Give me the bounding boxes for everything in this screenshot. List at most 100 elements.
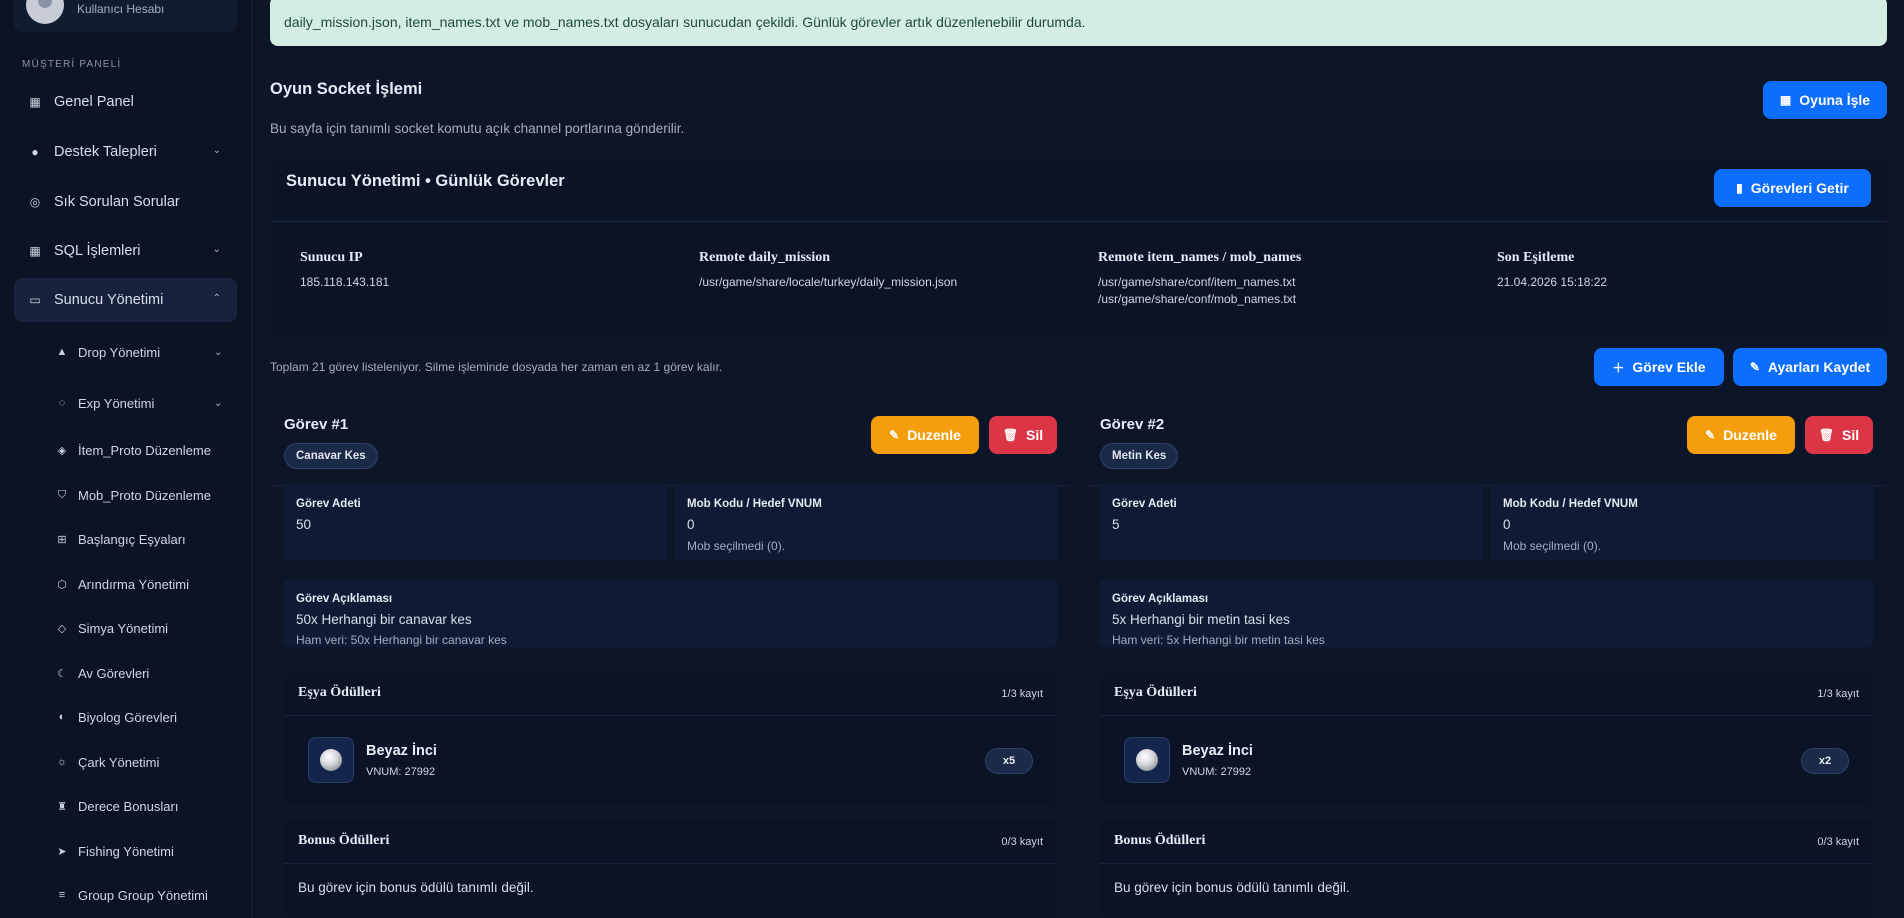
sidebar-item-sss[interactable]: ◎ Sık Sorulan Sorular [14,180,237,224]
metric-value: 0 [1503,517,1511,532]
item-rewards-count: 1/3 kayıt [1817,688,1859,700]
avatar [26,0,64,24]
sidebar-subitem-label: Simya Yönetimi [78,620,169,636]
reward-name: Beyaz İnci [1182,743,1253,759]
add-mission-button[interactable]: ＋ Görev Ekle [1594,348,1724,386]
sidebar-subitem-label: Fishing Yönetimi [78,843,174,859]
info-value: 21.04.2026 15:18:22 [1497,275,1608,289]
sidebar-subitem-label: Group Group Yönetimi [78,887,208,903]
metric-value: 0 [687,517,695,532]
total-missions-text: Toplam 21 görev listeleniyor. Silme işle… [270,360,723,374]
success-alert: daily_mission.json, item_names.txt ve mo… [270,0,1887,46]
delete-mission-button[interactable]: 🗑 Sil [989,416,1057,454]
user-card[interactable]: Kullanıcı Hesabı [14,0,237,32]
reward-vnum: VNUM: 27992 [1182,766,1252,778]
user-subtitle: Kullanıcı Hesabı [77,2,165,16]
delete-mission-button[interactable]: 🗑 Sil [1805,416,1873,454]
edit-mission-button[interactable]: ✎ Duzenle [871,416,979,454]
metric-value: 5 [1112,517,1120,532]
button-label: Duzenle [1723,427,1777,443]
sidebar-subitem-exp[interactable]: ◌ Exp Yönetimi ⌄ [56,388,223,418]
sidebar-subitem-group[interactable]: ≡ Group Group Yönetimi [56,880,208,910]
fish-icon: ➤ [57,845,67,858]
divider [1100,863,1873,864]
sidebar: Kullanıcı Hesabı MÜŞTERİ PANELİ ▦ Genel … [0,0,252,918]
mob-code-box: Mob Kodu / Hedef VNUM 0 Mob seçilmedi (0… [1491,484,1873,560]
metric-label: Görev Adeti [296,498,361,510]
sidebar-subitem-label: Çark Yönetimi [78,754,160,770]
mission-description-box: Görev Açıklaması 5x Herhangi bir metin t… [1100,579,1873,647]
sidebar-subitem-av[interactable]: ☾ Av Görevleri [56,658,149,688]
pencil-icon: ✎ [889,428,900,442]
info-label: Son Eşitleme [1497,250,1575,265]
shield-icon: ⛉ [57,488,67,501]
sidebar-subitem-fishing[interactable]: ➤ Fishing Yönetimi [56,836,174,866]
sidebar-item-genel-panel[interactable]: ▦ Genel Panel [14,80,237,124]
sidebar-item-sql[interactable]: ▦ SQL İşlemleri ⌄ [14,229,237,273]
trophy-icon: ♜ [57,800,67,813]
gift-icon: ⊞ [57,533,67,546]
info-value: /usr/game/share/conf/item_names.txt [1098,275,1296,289]
divider [1100,715,1873,716]
apply-to-game-button[interactable]: ▦ Oyuna İşle [1763,81,1887,119]
sidebar-subitem-drop[interactable]: ▲ Drop Yönetimi ⌄ [56,337,223,367]
item-rewards-title: Eşya Ödülleri [1114,685,1197,700]
sidebar-subitem-label: Exp Yönetimi [78,395,155,411]
help-circle-icon: ◎ [29,195,41,209]
biology-icon: ◐ [58,711,66,723]
fetch-missions-button[interactable]: ▮ Görevleri Getir [1714,169,1871,207]
sidebar-subitem-biyolog[interactable]: ◐ Biyolog Görevleri [56,702,177,732]
info-label: Remote item_names / mob_names [1098,250,1302,265]
trash-icon: 🗑 [1818,428,1835,442]
button-label: Görev Ekle [1632,359,1706,375]
reward-vnum: VNUM: 27992 [366,766,436,778]
sidebar-item-label: Genel Panel [54,94,134,110]
divider [270,221,1887,222]
item-rewards-title: Eşya Ödülleri [298,685,381,700]
drop-icon: ▲ [56,346,68,358]
sidebar-item-sunucu[interactable]: ▭ Sunucu Yönetimi ⌃ [14,278,237,322]
divider [284,715,1057,716]
sidebar-subitem-baslangic[interactable]: ⊞ Başlangıç Eşyaları [56,524,186,554]
file-icon: ▮ [1736,181,1743,195]
info-label: Sunucu IP [300,250,363,265]
metric-hint: Mob seçilmedi (0). [1503,539,1602,553]
sidebar-item-destek[interactable]: ● Destek Talepleri ⌄ [14,130,237,174]
page-title: Oyun Socket İşlemi [270,80,423,98]
sidebar-subitem-label: Drop Yönetimi [78,344,161,360]
sidebar-section-label: MÜŞTERİ PANELİ [22,59,122,70]
info-last-sync: Son Eşitleme 21.04.2026 15:18:22 [1497,250,1607,291]
mission-count-box: Görev Adeti 50 [284,484,667,560]
sidebar-subitem-label: İtem_Proto Düzenleme [78,442,211,458]
chevron-down-icon: ⌄ [212,244,221,255]
save-settings-button[interactable]: ✎ Ayarları Kaydet [1733,348,1887,386]
sun-icon: ☼ [56,756,68,768]
sidebar-subitem-label: Av Görevleri [78,665,150,681]
sidebar-item-label: SQL İşlemleri [54,243,141,259]
button-label: Ayarları Kaydet [1767,359,1871,375]
info-value: /usr/game/share/conf/mob_names.txt [1098,292,1297,306]
sidebar-subitem-arindirma[interactable]: ⬡ Arındırma Yönetimi [56,569,189,599]
gem-icon: ◇ [57,622,67,635]
info-server-ip: Sunucu IP 185.118.143.181 [300,250,389,291]
monitor-icon: ▭ [29,293,41,307]
sidebar-subitem-label: Başlangıç Eşyaları [78,531,186,547]
mission-title: Görev #2 [1100,416,1165,433]
reward-name: Beyaz İnci [366,743,437,759]
edit-mission-button[interactable]: ✎ Duzenle [1687,416,1795,454]
mission-card: Görev #1 Canavar Kes ✎ Duzenle 🗑 Sil Gör… [270,404,1070,918]
plus-icon: ＋ [1612,360,1625,375]
sidebar-subitem-simya[interactable]: ◇ Simya Yönetimi [56,613,168,643]
dashboard-icon: ▦ [29,95,41,109]
sidebar-subitem-label: Mob_Proto Düzenleme [78,487,211,503]
desc-value: 50x Herhangi bir canavar kes [296,612,472,627]
divider [284,863,1057,864]
mission-card: Görev #2 Metin Kes ✎ Duzenle 🗑 Sil Görev… [1086,404,1886,918]
sidebar-subitem-item-proto[interactable]: ◈ İtem_Proto Düzenleme [56,435,211,465]
sidebar-subitem-mob-proto[interactable]: ⛉ Mob_Proto Düzenleme [56,480,211,510]
moon-icon: ☾ [57,667,67,680]
sidebar-item-label: Sık Sorulan Sorular [54,194,180,210]
reward-quantity-badge: x5 [985,748,1033,774]
sidebar-subitem-cark[interactable]: ☼ Çark Yönetimi [56,747,159,777]
sidebar-subitem-derece[interactable]: ♜ Derece Bonusları [56,791,178,821]
